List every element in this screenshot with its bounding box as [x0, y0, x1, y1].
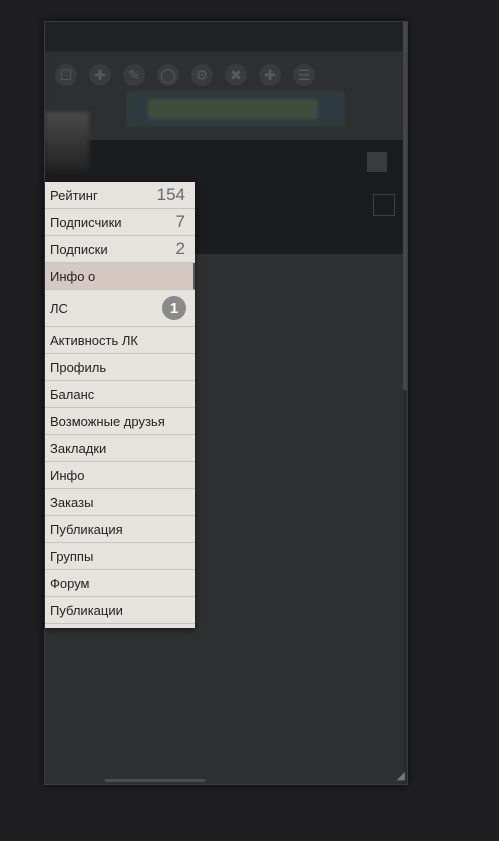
toolbar-icon: ⚙: [191, 64, 213, 86]
menu-item-orders[interactable]: Заказы: [45, 489, 195, 516]
avatar: [45, 112, 89, 172]
menu-item-bookmarks[interactable]: Закладки: [45, 435, 195, 462]
menu-item-label: Заказы: [50, 494, 94, 510]
menu-item-label: Баланс: [50, 386, 95, 402]
menu-item-following[interactable]: Подписки 2: [45, 236, 195, 263]
menu-item-label: Возможные друзья: [50, 413, 165, 429]
menu-item-followers[interactable]: Подписчики 7: [45, 209, 195, 236]
menu-item-label: Профиль: [50, 359, 107, 375]
menu-item-count: 7: [175, 212, 185, 231]
menu-item-forum[interactable]: Форум: [45, 570, 195, 597]
menu-item-label: Подписчики: [50, 214, 122, 230]
menu-item-label: ЛС: [50, 300, 68, 316]
menu-item-count: 2: [175, 239, 185, 258]
menu-item-info[interactable]: Инфо: [45, 462, 195, 489]
menu-item-publication[interactable]: Публикация: [45, 516, 195, 543]
menu-item-label: Публикация: [50, 521, 123, 537]
toolbar-icons: ☐ ✚ ✎ ◯ ⚙ ✖ ✚ ☰: [55, 64, 315, 86]
menu-item-rating[interactable]: Рейтинг 154: [45, 182, 195, 209]
menu-item-count: 154: [156, 185, 185, 204]
toolbar-icon: ✎: [123, 64, 145, 86]
menu-item-balance[interactable]: Баланс: [45, 381, 195, 408]
menu-item-label: Рейтинг: [50, 187, 98, 203]
menu-item-label: Группы: [50, 548, 94, 564]
horizontal-scrollbar-thumb[interactable]: [105, 779, 205, 782]
vertical-scrollbar-thumb[interactable]: [403, 22, 407, 390]
toolbar-icon: ☐: [55, 64, 77, 86]
toolbar-icon: ✚: [89, 64, 111, 86]
toolbar-icon: ✖: [225, 64, 247, 86]
outline-square-icon: [373, 194, 395, 216]
blurred-banner: [127, 92, 344, 126]
toolbar-icon: ☰: [293, 64, 315, 86]
menu-item-profile[interactable]: Профиль: [45, 354, 195, 381]
window-topbar: [45, 22, 407, 52]
menu-item-publications[interactable]: Публикации: [45, 597, 195, 624]
menu-item-label: Форум: [50, 575, 90, 591]
menu-item-label: Активность ЛК: [50, 332, 138, 348]
menu-item-activity[interactable]: Активность ЛК: [45, 327, 195, 354]
menu-item-label: Подписки: [50, 241, 108, 257]
resize-grip-icon[interactable]: ◢: [393, 770, 405, 782]
toolbar-icon: ◯: [157, 64, 179, 86]
toolbar-icon: ✚: [259, 64, 281, 86]
menu-item-label: Публикации: [50, 602, 123, 618]
unread-badge: 1: [162, 296, 186, 320]
menu-item-label: Закладки: [50, 440, 107, 456]
menu-item-suggested-friends[interactable]: Возможные друзья: [45, 408, 195, 435]
menu-item-groups[interactable]: Группы: [45, 543, 195, 570]
profile-menu: Рейтинг 154 Подписчики 7 Подписки 2 Инфо…: [45, 182, 195, 628]
banner-content: [148, 99, 318, 119]
menu-item-label: Инфо: [50, 467, 85, 483]
menu-square-icon: [367, 152, 387, 172]
menu-item-label: Инфо о: [50, 268, 96, 284]
menu-item-info-about[interactable]: Инфо о: [45, 263, 195, 290]
menu-item-messages[interactable]: ЛС 1: [45, 290, 195, 327]
